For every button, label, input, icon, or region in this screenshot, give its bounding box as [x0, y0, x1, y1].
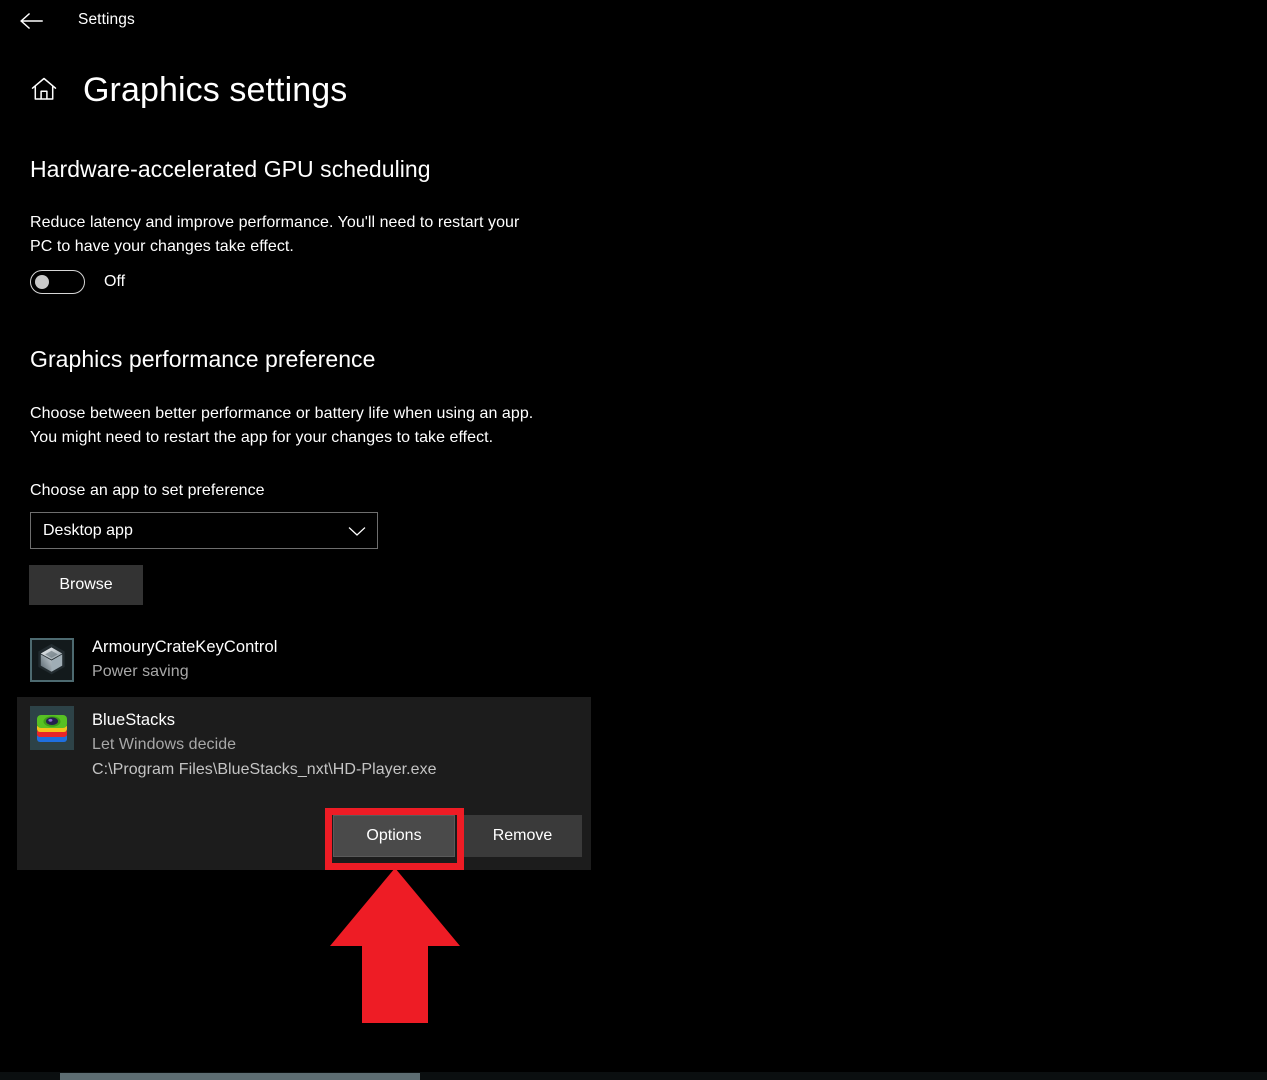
gpu-scheduling-description: Reduce latency and improve performance. … [30, 211, 590, 259]
back-arrow-icon [19, 12, 43, 30]
app-text-block: BlueStacks Let Windows decide C:\Program… [92, 708, 437, 782]
perf-desc-line-2: You might need to restart the app for yo… [30, 429, 494, 446]
perf-desc-line-1: Choose between better performance or bat… [30, 405, 534, 422]
list-item[interactable]: ArmouryCrateKeyControl Power saving [17, 629, 591, 691]
app-type-dropdown[interactable]: Desktop app [30, 512, 378, 549]
app-name: BlueStacks [92, 711, 176, 729]
browse-button[interactable]: Browse [29, 565, 143, 605]
app-path: C:\Program Files\BlueStacks_nxt\HD-Playe… [92, 761, 437, 778]
app-text-block: ArmouryCrateKeyControl Power saving [92, 635, 277, 684]
gpu-scheduling-toggle[interactable] [30, 270, 85, 294]
armoury-crate-icon [30, 638, 74, 682]
bluestacks-icon [30, 706, 74, 750]
gpu-scheduling-toggle-row[interactable]: Off [30, 269, 125, 295]
gpu-desc-line-2: PC to have your changes take effect. [30, 238, 294, 255]
gpu-scheduling-toggle-state: Off [104, 273, 126, 290]
page-title: Graphics settings [83, 71, 348, 109]
app-preference: Power saving [92, 663, 189, 680]
app-name: ArmouryCrateKeyControl [92, 638, 278, 656]
app-chooser-label: Choose an app to set preference [30, 482, 265, 499]
list-item-selected[interactable]: BlueStacks Let Windows decide C:\Program… [17, 697, 591, 870]
gpu-scheduling-heading: Hardware-accelerated GPU scheduling [30, 156, 431, 182]
home-icon[interactable] [29, 74, 59, 104]
app-preference: Let Windows decide [92, 736, 237, 753]
performance-preference-heading: Graphics performance preference [30, 346, 376, 372]
up-arrow-annotation-icon [328, 866, 462, 1024]
options-button[interactable]: Options [333, 815, 455, 857]
gpu-desc-line-1: Reduce latency and improve performance. … [30, 214, 520, 231]
window-title: Settings [78, 11, 135, 28]
back-button[interactable] [14, 6, 48, 36]
title-bar: Settings [0, 0, 1267, 42]
remove-button[interactable]: Remove [463, 815, 582, 857]
row-action-buttons: Options Remove [333, 815, 582, 857]
performance-preference-description: Choose between better performance or bat… [30, 402, 600, 450]
horizontal-scrollbar-track[interactable] [0, 1072, 1267, 1080]
horizontal-scrollbar-thumb[interactable] [60, 1073, 420, 1080]
chevron-down-icon [348, 525, 366, 537]
app-type-dropdown-value: Desktop app [43, 521, 133, 539]
toggle-knob [35, 275, 49, 289]
